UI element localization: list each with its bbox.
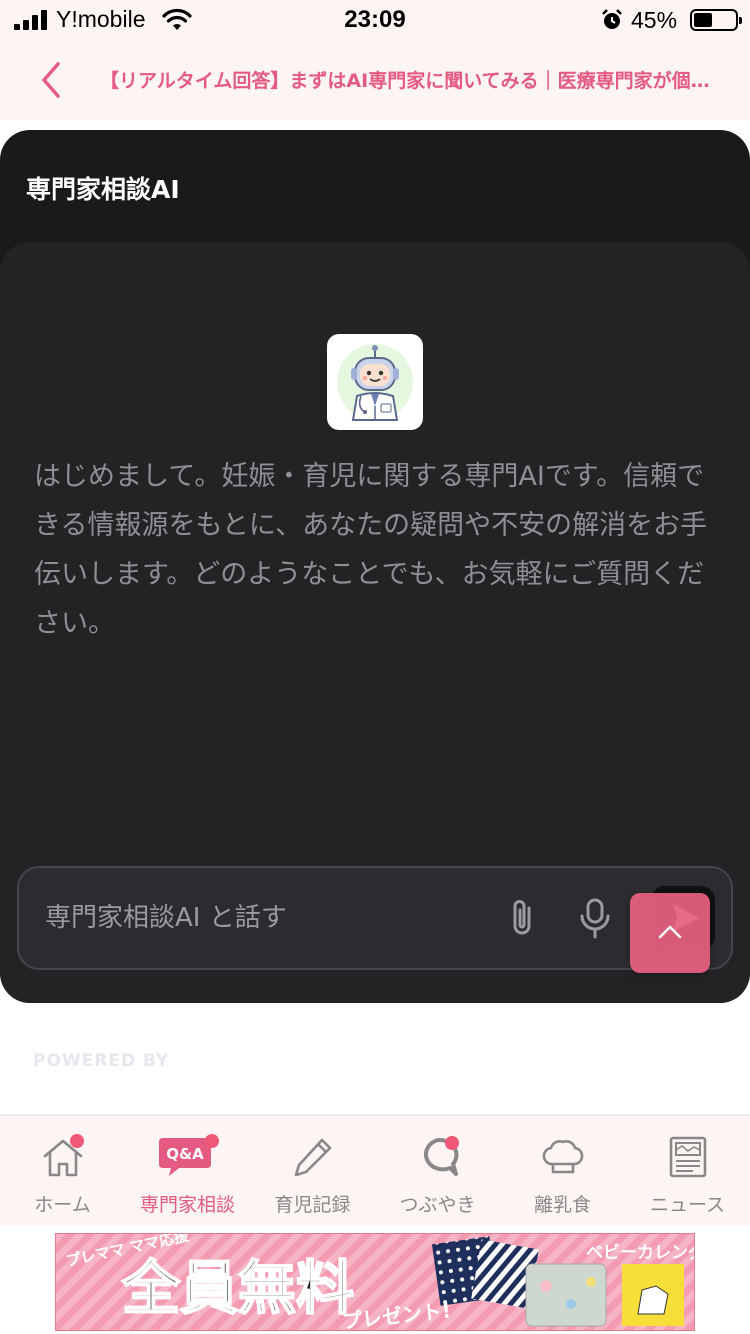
nav-header: 【リアルタイム回答】まずはAI専門家に聞いてみる｜医療専門家が個… [0, 42, 750, 120]
bottom-tab-bar: ホーム Q&A 専門家相談 育児記録 つぶやき 離乳食 ニュース [0, 1114, 750, 1226]
battery-percent: 45% [631, 7, 678, 33]
robot-doctor-icon [327, 334, 423, 430]
banner-art: プレママ ママ応援 全員無料 プレゼント! ベビーカレンダー [56, 1234, 695, 1330]
message-input[interactable] [45, 898, 485, 938]
tab-label: 育児記録 [274, 1194, 351, 1216]
tab-label: つぶやき [399, 1194, 476, 1216]
chef-hat-icon [542, 1140, 584, 1174]
tab-label: 専門家相談 [139, 1194, 235, 1216]
alarm-icon [602, 9, 622, 29]
banner-brand: ベビーカレンダー [586, 1242, 695, 1263]
banner-ad[interactable]: プレママ ママ応援 全員無料 プレゼント! ベビーカレンダー [55, 1233, 695, 1331]
tab-baby-food[interactable]: 離乳食 [500, 1116, 625, 1228]
svg-text:Q&A: Q&A [166, 1145, 204, 1163]
tab-home[interactable]: ホーム [0, 1116, 125, 1228]
chat-title: 専門家相談AI [26, 175, 180, 204]
powered-by-label: POWERED BY [33, 1051, 170, 1071]
page-title: 【リアルタイム回答】まずはAI専門家に聞いてみる｜医療専門家が個… [100, 70, 710, 92]
tab-label: ホーム [34, 1194, 91, 1216]
battery-icon [690, 9, 742, 31]
tab-label: ニュース [649, 1194, 726, 1216]
home-badge [70, 1134, 84, 1148]
chat-panel: はじめまして。妊娠・育児に関する専門AIです。信頼できる情報源をもとに、あなたの… [0, 242, 750, 1003]
chat-widget: 専門家相談AI はじめまして。妊娠・育児に関する専門AIです。信頼できる情報源を… [0, 130, 750, 1003]
tab-news[interactable]: ニュース [625, 1116, 750, 1228]
tab-childcare-record[interactable]: 育児記録 [250, 1116, 375, 1228]
paperclip-icon[interactable] [503, 896, 543, 940]
bot-intro-message: はじめまして。妊娠・育児に関する専門AIです。信頼できる情報源をもとに、あなたの… [34, 461, 708, 639]
status-bar: Y!mobile 23:09 45% [0, 0, 750, 42]
tab-tweets[interactable]: つぶやき [375, 1116, 500, 1228]
chevron-left-icon[interactable] [34, 60, 70, 100]
chevron-up-icon [658, 925, 682, 939]
newspaper-icon [669, 1136, 707, 1178]
battery-fill [694, 13, 712, 27]
pencil-icon [294, 1138, 332, 1177]
scroll-to-top-button[interactable] [630, 893, 710, 973]
tweets-badge [445, 1136, 459, 1150]
tab-expert-consult[interactable]: Q&A 専門家相談 [125, 1116, 250, 1228]
microphone-icon[interactable] [575, 896, 615, 940]
tab-label: 離乳食 [533, 1194, 591, 1216]
consult-badge [205, 1134, 219, 1148]
message-input-bar [17, 866, 733, 970]
banner-headline: 全員無料 [121, 1254, 354, 1322]
